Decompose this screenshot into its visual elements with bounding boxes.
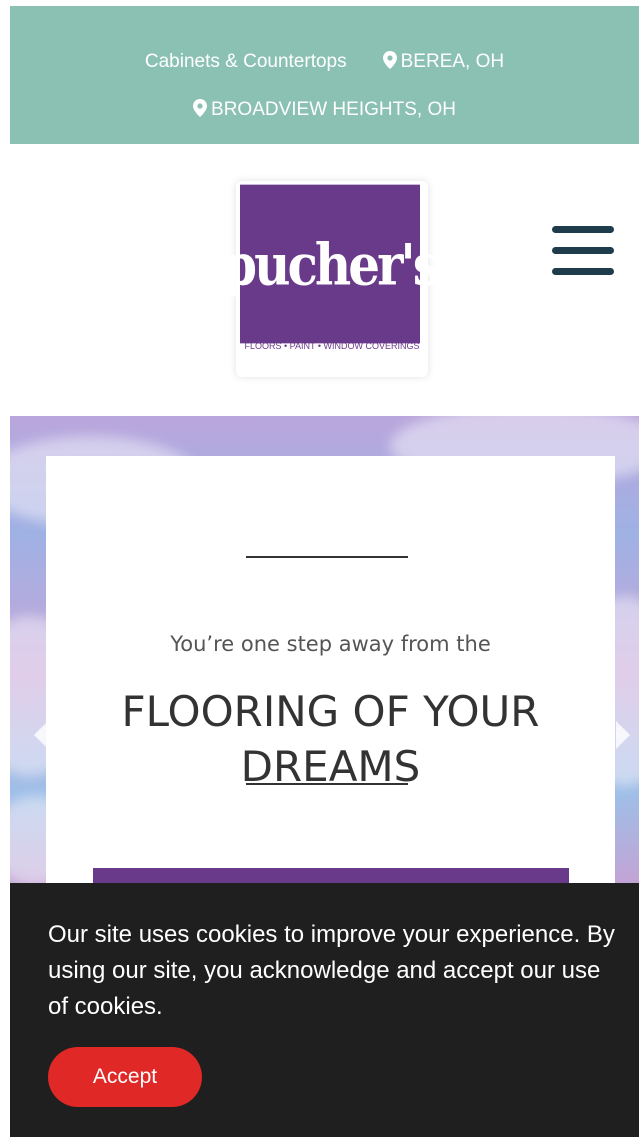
divider-bottom (246, 783, 408, 785)
map-pin-icon (382, 51, 397, 69)
site-logo-link[interactable]: pucher's FLOORS • PAINT • WINDOW COVERIN… (222, 181, 441, 377)
hamburger-bar (552, 268, 614, 275)
cabinets-countertops-link[interactable]: Cabinets & Countertops (145, 51, 347, 72)
top-info-row-1: Cabinets & Countertops BEREA, OH (10, 51, 639, 73)
logo-wordmark: pucher's (222, 184, 441, 344)
logo-tagline: FLOORS • PAINT • WINDOW COVERINGS (244, 341, 420, 351)
page: Cabinets & Countertops BEREA, OH BROADVIE… (0, 0, 639, 1137)
top-info-bar: Cabinets & Countertops BEREA, OH BROADVIE… (10, 6, 639, 144)
hero-title: FLOORING OF YOUR DREAMS (121, 687, 540, 791)
map-pin-icon (193, 99, 208, 117)
cookie-message: Our site uses cookies to improve your ex… (48, 921, 615, 1020)
top-info-row-2: BROADVIEW HEIGHTS, OH (10, 99, 639, 121)
hero-slider: You’re one step away from the FLOORING O… (10, 416, 639, 886)
location-broadview-label: BROADVIEW HEIGHTS, OH (211, 99, 456, 120)
accept-cookies-button[interactable]: Accept (48, 1047, 202, 1107)
chevron-right-icon[interactable] (616, 721, 630, 749)
hamburger-bar (552, 226, 614, 233)
hamburger-bar (552, 247, 614, 254)
hero-card: You’re one step away from the FLOORING O… (46, 456, 615, 886)
location-broadview-link[interactable]: BROADVIEW HEIGHTS, OH (193, 99, 456, 120)
location-berea-label: BEREA, OH (400, 51, 505, 72)
cookie-banner: Our site uses cookies to improve your ex… (10, 883, 639, 1137)
hero-subtitle: You’re one step away from the (170, 632, 491, 656)
divider-top (246, 556, 408, 558)
location-berea-link[interactable]: BEREA, OH (382, 51, 505, 72)
hamburger-menu-icon[interactable] (552, 226, 614, 278)
